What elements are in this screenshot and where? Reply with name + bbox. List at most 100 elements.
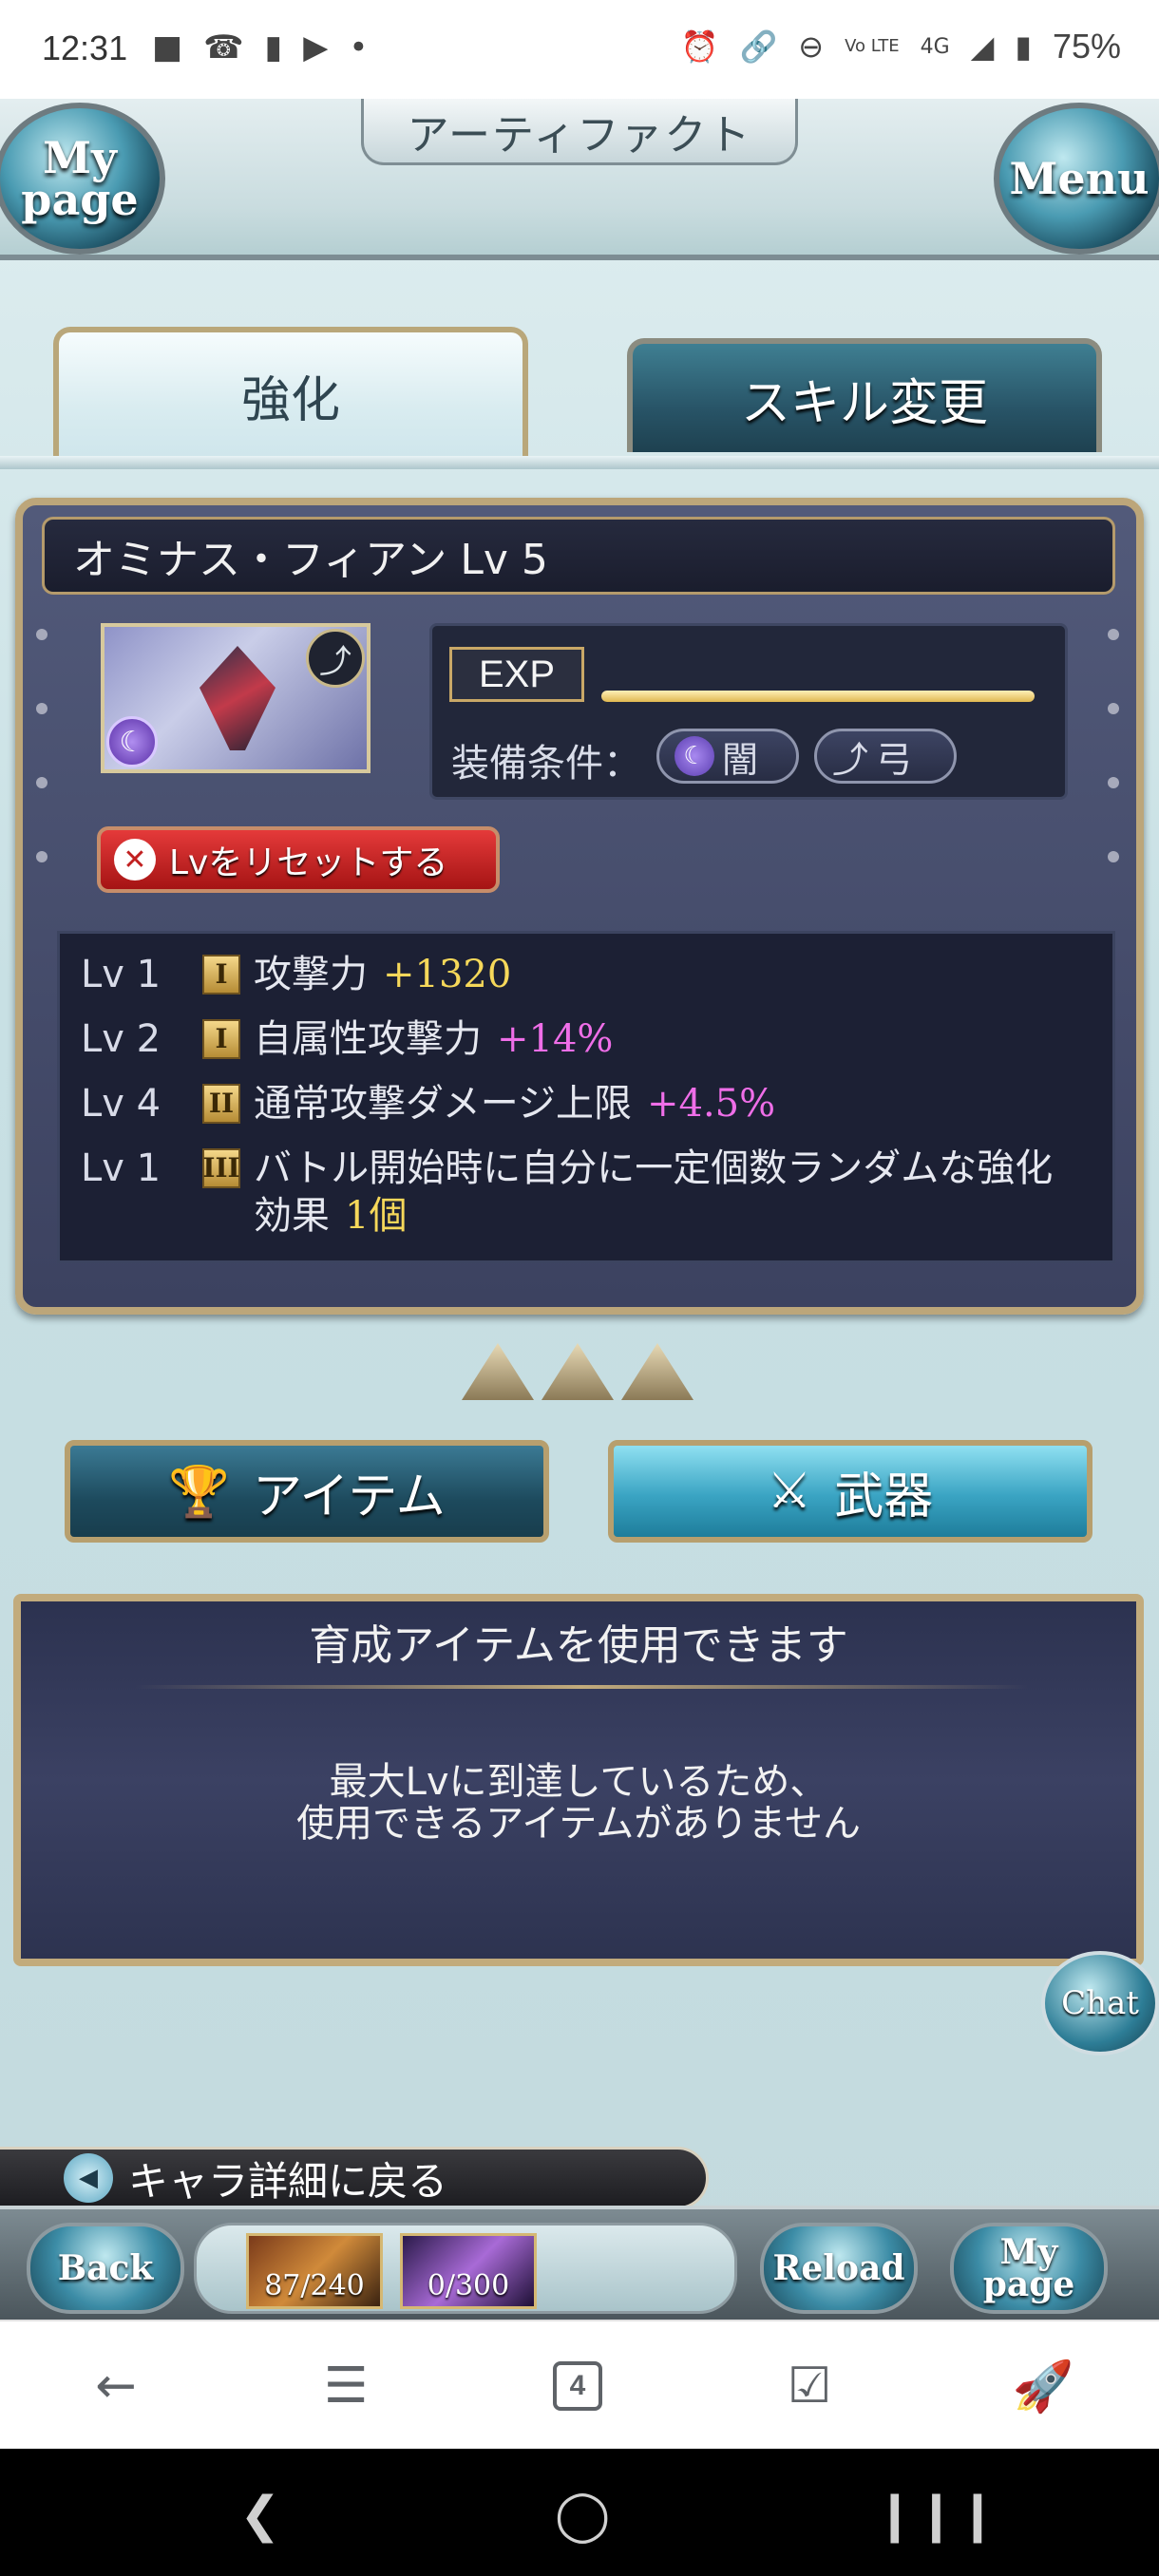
skill-desc: 通常攻撃ダメージ上限 +4.5% (254, 1080, 775, 1127)
bp-value: 0/300 (427, 2269, 510, 2302)
battery-percent: 75% (1052, 27, 1121, 66)
crossed-swords-icon: ⚔ (767, 1463, 812, 1520)
triangle-icon (542, 1343, 614, 1400)
skill-level: Lv 1 (81, 1146, 162, 1190)
volte-icon: Vo LTE (845, 36, 900, 56)
skill-rank-badge: I (202, 1019, 240, 1059)
nav-home-icon[interactable]: ◯ (555, 2487, 610, 2544)
info-message-line1: 最大Lvに到達しているため、 (329, 1760, 828, 1804)
skill-desc: 攻撃力 +1320 (254, 951, 511, 998)
exp-bar (601, 691, 1035, 702)
browser-toolbar: ← ☰ 4 ☑ 🚀 (0, 2320, 1159, 2449)
battery-icon: ▮ (1015, 28, 1032, 65)
rivet (36, 629, 48, 640)
rivet (36, 777, 48, 788)
dark-element-icon: ☾ (106, 716, 158, 767)
skill-row: Lv 1 III バトル開始時に自分に一定個数ランダムな強化効果 1個 (81, 1145, 1071, 1240)
bp-counter[interactable]: 0/300 (400, 2233, 537, 2309)
rivet (1108, 629, 1119, 640)
artifact-image[interactable]: ⤴ ☾ (101, 623, 370, 773)
game-view: My page アーティファクト Menu 強化 スキル変更 オミナス・フィアン… (0, 99, 1159, 2320)
nav-back-icon[interactable]: ❮ (239, 2487, 281, 2544)
ap-value: 87/240 (264, 2269, 365, 2302)
bow-icon: ⤴ (306, 629, 365, 688)
android-nav-bar: ❮ ◯ ❙❙❙ (0, 2449, 1159, 2576)
menu-icon[interactable]: ☰ (315, 2358, 376, 2415)
skill-level: Lv 4 (81, 1082, 162, 1126)
artifact-panel: オミナス・フィアン Lv 5 ⤴ ☾ EXP 装備条件： ☾ 闇 ⤴ 弓 ✕ L… (15, 498, 1144, 1315)
network-icon: 4G (920, 34, 950, 59)
skill-row: Lv 1 I 攻撃力 +1320 (81, 951, 511, 998)
youtube-icon: ▶ (303, 28, 329, 66)
rarity-indicator (462, 1343, 694, 1400)
rivet (1108, 703, 1119, 714)
back-to-character-button[interactable]: ◀ キャラ詳細に戻る (0, 2147, 709, 2209)
menu-button[interactable]: Menu (994, 103, 1159, 255)
more-dot-icon: • (349, 28, 369, 66)
skill-desc: バトル開始時に自分に一定個数ランダムな強化効果 1個 (254, 1145, 1071, 1240)
skill-name: 攻撃力 (254, 953, 368, 996)
dark-icon: ☾ (674, 736, 714, 776)
chat-button[interactable]: Chat (1041, 1951, 1159, 2055)
triangle-icon (462, 1343, 534, 1400)
tab-skill-change-label: スキル変更 (740, 374, 988, 432)
back-arrow-icon[interactable]: ← (86, 2358, 146, 2415)
footer-mypage-button[interactable]: My page (950, 2223, 1108, 2314)
link-icon: 🔗 (739, 28, 778, 65)
signal-icon: ◢ (970, 28, 995, 65)
tab-enhance[interactable]: 強化 (53, 327, 528, 458)
mypage-button[interactable]: My page (0, 103, 165, 255)
skill-value: +14% (497, 1017, 614, 1061)
info-panel: 育成アイテムを使用できます 最大Lvに到達しているため、 使用できるアイテムがあ… (13, 1594, 1144, 1966)
menu-button-label: Menu (1009, 153, 1150, 204)
rivet (36, 703, 48, 714)
reload-button[interactable]: Reload (760, 2223, 918, 2314)
skill-rank-badge: II (202, 1084, 240, 1124)
tabs-button[interactable]: 4 (547, 2358, 608, 2415)
resource-tray: 87/240 0/300 (194, 2223, 737, 2314)
skill-row: Lv 4 II 通常攻撃ダメージ上限 +4.5% (81, 1080, 775, 1127)
skill-level: Lv 2 (81, 1017, 162, 1061)
skill-desc: 自属性攻撃力 +14% (254, 1015, 613, 1063)
equip-condition-label: 装備条件： (451, 742, 641, 786)
footer-mypage-label: My page (982, 2232, 1075, 2304)
info-message-line2: 使用できるアイテムがありません (296, 1802, 861, 1846)
status-bar: 12:31 ■ ☎ ▮ ▶ • ⏰ 🔗 ⊖ Vo LTE 4G ◢ ▮ 75% (0, 0, 1159, 99)
goblet-icon: 🏆 (168, 1463, 230, 1521)
skill-value: +1320 (383, 953, 512, 996)
skill-row: Lv 2 I 自属性攻撃力 +14% (81, 1015, 613, 1063)
notification-icons: ■ ☎ ▮ ▶ • (152, 28, 368, 66)
rivet (36, 851, 48, 862)
exp-box: EXP 装備条件： ☾ 闇 ⤴ 弓 (429, 623, 1068, 800)
back-arrow-icon: ◀ (64, 2153, 113, 2203)
tab-skill-change[interactable]: スキル変更 (627, 338, 1102, 452)
tab-enhance-label: 強化 (240, 371, 340, 429)
element-label: 闇 (722, 738, 759, 781)
tab-divider (0, 456, 1159, 469)
element-condition: ☾ 闇 (656, 729, 799, 784)
back-to-character-label: キャラ詳細に戻る (128, 2157, 448, 2205)
close-icon: ✕ (114, 839, 156, 881)
back-button[interactable]: Back (27, 2223, 184, 2314)
artifact-weapon-art (200, 646, 276, 750)
alarm-icon: ⏰ (680, 28, 719, 65)
skill-level: Lv 1 (81, 953, 162, 996)
reset-level-button[interactable]: ✕ Lvをリセットする (97, 826, 500, 893)
skill-name: 通常攻撃ダメージ上限 (254, 1082, 632, 1126)
status-time: 12:31 (42, 28, 128, 67)
weapon-condition: ⤴ 弓 (814, 729, 957, 784)
weapon-tab-button[interactable]: ⚔ 武器 (608, 1440, 1092, 1543)
reload-button-label: Reload (772, 2248, 905, 2288)
checkbox-icon[interactable]: ☑ (779, 2358, 840, 2415)
item-tab-label: アイテム (252, 1468, 446, 1525)
system-icons: ⏰ 🔗 ⊖ Vo LTE 4G ◢ ▮ 75% (681, 27, 1121, 66)
back-button-label: Back (57, 2248, 154, 2288)
rocket-icon[interactable]: 🚀 (1013, 2358, 1074, 2415)
weapon-tab-label: 武器 (834, 1468, 934, 1525)
chat-label: Chat (1061, 1984, 1139, 2022)
nav-recents-icon[interactable]: ❙❙❙ (874, 2487, 998, 2544)
ap-counter[interactable]: 87/240 (246, 2233, 383, 2309)
file-icon: ▮ (264, 28, 283, 66)
game-footer: Back 87/240 0/300 Reload My page (0, 2206, 1159, 2320)
item-tab-button[interactable]: 🏆 アイテム (65, 1440, 549, 1543)
